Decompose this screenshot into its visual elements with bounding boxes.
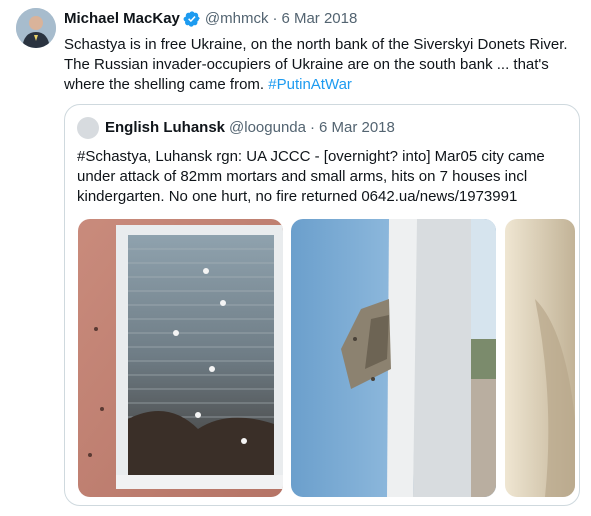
author-handle[interactable]: @mhmck [205, 9, 269, 29]
quote-date: 6 Mar 2018 [318, 119, 395, 136]
verified-badge-icon [183, 10, 201, 28]
quote-author-handle: @loogunda [229, 119, 306, 136]
tweet-header: Michael MacKay @mhmck · 6 Mar 2018 [64, 9, 357, 29]
separator-dot: · [309, 119, 315, 136]
photo-wall-damage[interactable] [291, 219, 496, 497]
separator-dot: · [272, 10, 278, 27]
photo-partial[interactable] [505, 219, 575, 497]
author-avatar[interactable] [16, 8, 56, 48]
hashtag-link[interactable]: #PutinAtWar [268, 76, 352, 93]
quoted-tweet-card[interactable]: English Luhansk @loogunda · 6 Mar 2018 #… [64, 104, 580, 506]
quote-author-avatar [77, 117, 99, 139]
quote-header: English Luhansk @loogunda · 6 Mar 2018 [77, 117, 395, 139]
photo-window-bullet-holes[interactable] [78, 219, 283, 497]
tweet-date[interactable]: 6 Mar 2018 [281, 9, 357, 29]
quote-text: #Schastya, Luhansk rgn: UA JCCC - [overn… [77, 148, 545, 205]
author-name[interactable]: Michael MacKay [64, 9, 180, 29]
tweet-text: Schastya is in free Ukraine, on the nort… [64, 35, 584, 95]
quote-author-name: English Luhansk [105, 119, 226, 136]
